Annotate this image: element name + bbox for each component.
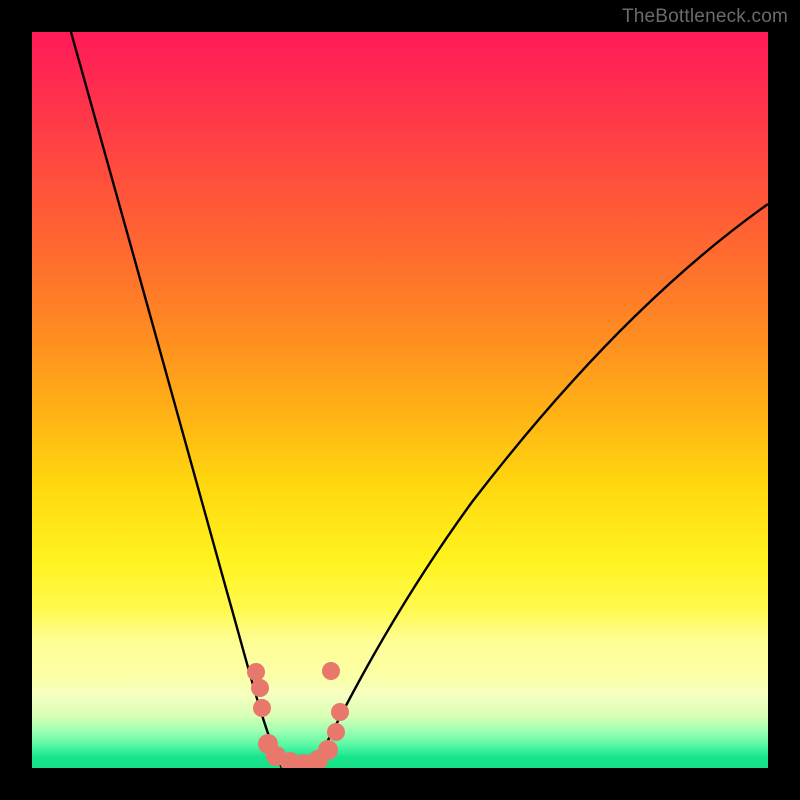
curves-svg bbox=[32, 32, 768, 768]
right-curve bbox=[314, 204, 768, 768]
left-curve bbox=[71, 32, 282, 768]
valley-dots bbox=[247, 662, 349, 768]
plot-area bbox=[32, 32, 768, 768]
watermark-text: TheBottleneck.com bbox=[622, 6, 788, 28]
chart-frame: TheBottleneck.com bbox=[0, 0, 800, 800]
